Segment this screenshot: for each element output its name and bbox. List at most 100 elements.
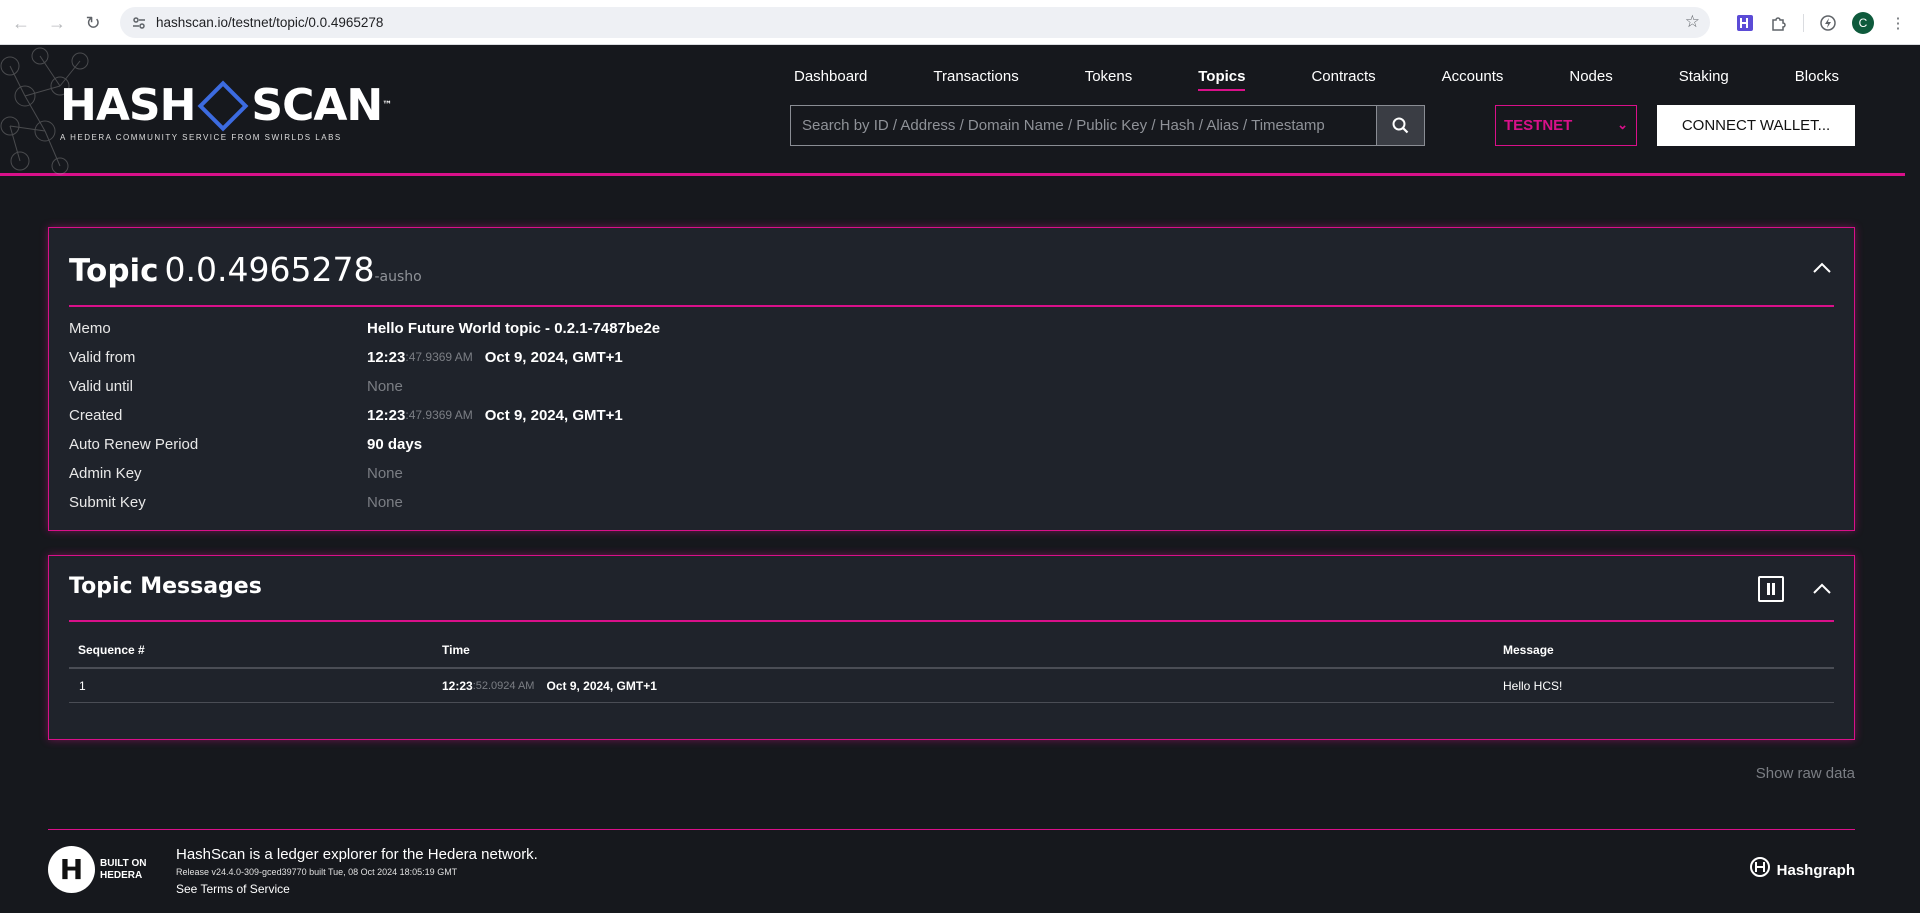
site-header: HASH SCAN ™ A HEDERA COMMUNITY SERVICE F… (0, 46, 1905, 176)
property-value: None (367, 493, 403, 511)
page-title: Topic 0.0.4965278-ausho (69, 250, 422, 289)
nav-nodes[interactable]: Nodes (1565, 68, 1616, 91)
hedera-label: HEDERA (100, 869, 143, 881)
table-header: Sequence # Time Message (69, 632, 1834, 669)
performance-icon[interactable] (1818, 13, 1838, 33)
message-date: Oct 9, 2024, GMT+1 (546, 678, 657, 693)
search-box (790, 105, 1425, 146)
property-key: Submit Key (69, 493, 146, 511)
url-text: hashscan.io/testnet/topic/0.0.4965278 (156, 15, 384, 30)
property-key: Auto Renew Period (69, 435, 199, 453)
show-raw-data-link[interactable]: Show raw data (1756, 765, 1855, 782)
table-row[interactable]: 1 12:23 :52.0924 AM Oct 9, 2024, GMT+1 H… (69, 669, 1834, 703)
footer-divider (48, 829, 1855, 830)
browser-toolbar: ← → ↻ hashscan.io/testnet/topic/0.0.4965… (0, 0, 1920, 45)
property-valid-from: Valid from 12:23 :47.9369 AM Oct 9, 2024… (69, 344, 1829, 370)
property-time: 12:23 (367, 406, 406, 424)
message-time-group: 12:23 :52.0924 AM Oct 9, 2024, GMT+1 (442, 669, 657, 702)
message-content: Hello HCS! (1503, 678, 1563, 693)
topic-messages-card: Topic Messages Sequence # Time Message 1… (48, 555, 1855, 740)
title-divider (69, 305, 1834, 307)
property-key: Valid from (69, 348, 136, 366)
column-sequence[interactable]: Sequence # (78, 632, 145, 667)
terms-link[interactable]: See Terms of Service (176, 882, 538, 896)
logo-text-right: SCAN (251, 80, 383, 131)
logo-trademark: ™ (382, 100, 392, 111)
message-time: 12:23 (442, 678, 473, 693)
menu-icon[interactable]: ⋮ (1888, 13, 1908, 33)
connect-wallet-button[interactable]: CONNECT WALLET... (1657, 105, 1855, 146)
property-key: Valid until (69, 377, 133, 395)
network-label: TESTNET (1504, 117, 1573, 134)
message-seconds: :52.0924 AM (472, 679, 535, 692)
property-auto-renew-period: Auto Renew Period 90 days (69, 431, 1829, 457)
forward-icon[interactable]: → (42, 8, 72, 38)
main-nav: Dashboard Transactions Tokens Topics Con… (790, 68, 1843, 91)
message-sequence: 1 (79, 678, 86, 693)
release-info: Release v24.4.0-309-gced39770 built Tue,… (176, 867, 458, 877)
property-date: Oct 9, 2024, GMT+1 (484, 406, 623, 424)
hashgraph-icon (1749, 856, 1771, 884)
nav-transactions[interactable]: Transactions (929, 68, 1022, 91)
property-time: 12:23 (367, 348, 406, 366)
logo-subtitle: A HEDERA COMMUNITY SERVICE FROM SWIRLDS … (60, 133, 342, 142)
collapse-chevron-up-icon[interactable] (1812, 579, 1832, 599)
divider (1803, 13, 1804, 32)
nav-topics[interactable]: Topics (1194, 68, 1249, 91)
hashscan-logo[interactable]: HASH SCAN ™ A HEDERA COMMUNITY SERVICE F… (60, 80, 392, 142)
footer-description: HashScan is a ledger explorer for the He… (176, 846, 538, 863)
chevron-down-icon: ⌄ (1617, 117, 1628, 132)
pause-button[interactable] (1758, 576, 1784, 602)
property-seconds: :47.9369 AM (405, 408, 473, 422)
property-created: Created 12:23 :47.9369 AM Oct 9, 2024, G… (69, 402, 1829, 428)
network-select[interactable]: TESTNET ⌄ (1495, 105, 1637, 146)
built-on-label: BUILT ON (100, 857, 147, 869)
reload-icon[interactable]: ↻ (78, 8, 108, 38)
search-input[interactable] (791, 106, 1376, 145)
property-key: Memo (69, 319, 111, 337)
nav-accounts[interactable]: Accounts (1438, 68, 1508, 91)
topic-title-label: Topic (69, 253, 159, 289)
nav-staking[interactable]: Staking (1675, 68, 1733, 91)
hedera-logo-icon: H (48, 846, 95, 893)
back-icon[interactable]: ← (6, 8, 36, 38)
topic-checksum: -ausho (374, 269, 422, 285)
hashgraph-logo[interactable]: Hashgraph (1749, 856, 1855, 884)
property-value: 90 days (367, 435, 423, 453)
nav-blocks[interactable]: Blocks (1791, 68, 1843, 91)
property-date: Oct 9, 2024, GMT+1 (484, 348, 623, 366)
column-time[interactable]: Time (442, 632, 470, 667)
site-info-icon[interactable] (130, 14, 148, 32)
nav-contracts[interactable]: Contracts (1307, 68, 1379, 91)
nav-dashboard[interactable]: Dashboard (790, 68, 871, 91)
logo-diamond-icon (197, 80, 249, 131)
nav-tokens[interactable]: Tokens (1081, 68, 1137, 91)
puzzle-icon[interactable] (1769, 13, 1789, 33)
property-key: Created (69, 406, 123, 424)
property-seconds: :47.9369 AM (405, 350, 473, 364)
title-divider (69, 620, 1834, 622)
property-key: Admin Key (69, 464, 142, 482)
messages-title: Topic Messages (69, 574, 262, 599)
topic-id: 0.0.4965278 (164, 250, 375, 289)
bookmark-star-icon[interactable]: ☆ (1685, 12, 1700, 32)
search-icon (1392, 117, 1409, 134)
footer-text: HashScan is a ledger explorer for the He… (176, 846, 538, 896)
search-button[interactable] (1376, 106, 1424, 145)
property-submit-key: Submit Key None (69, 489, 1829, 515)
logo-text-left: HASH (60, 80, 196, 131)
built-on-hedera-badge[interactable]: H BUILT ON HEDERA (48, 846, 146, 893)
section-title: Topic Messages (69, 574, 262, 599)
property-memo: Memo Hello Future World topic - 0.2.1-74… (69, 315, 1829, 341)
property-value: None (367, 377, 403, 395)
property-valid-until: Valid until None (69, 373, 1829, 399)
profile-avatar[interactable]: C (1852, 11, 1874, 34)
pause-icon (1767, 583, 1775, 595)
hashgraph-label: Hashgraph (1776, 861, 1855, 879)
address-bar[interactable]: hashscan.io/testnet/topic/0.0.4965278 ☆ (120, 7, 1710, 38)
extension-icon[interactable] (1735, 13, 1755, 33)
column-message[interactable]: Message (1503, 632, 1554, 667)
collapse-chevron-up-icon[interactable] (1812, 258, 1832, 278)
scrollbar[interactable] (1905, 46, 1920, 913)
property-admin-key: Admin Key None (69, 460, 1829, 486)
